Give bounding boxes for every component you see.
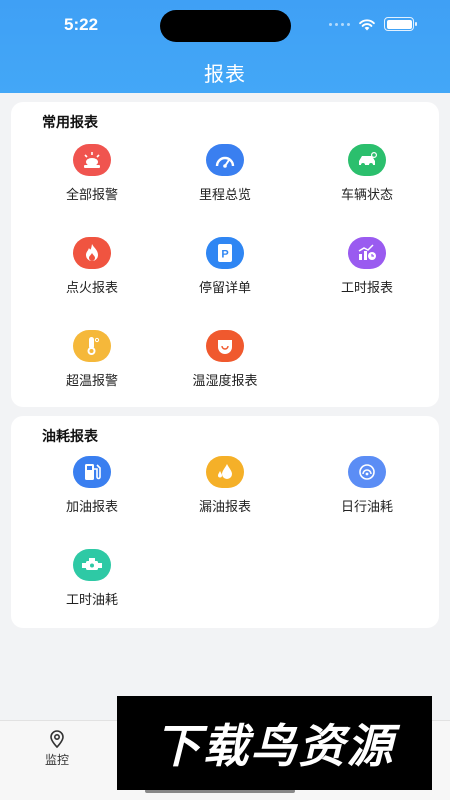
alarm-light-icon bbox=[73, 144, 111, 176]
page-title: 报表 bbox=[204, 64, 246, 86]
engine-icon bbox=[73, 549, 111, 581]
over-temperature-alarm-item[interactable]: 超温报警 bbox=[22, 330, 162, 389]
refuel-report-item[interactable]: 加油报表 bbox=[22, 456, 162, 515]
humidity-icon bbox=[206, 330, 244, 362]
item-label: 车辆状态 bbox=[340, 187, 393, 202]
item-label: 温湿度报表 bbox=[192, 373, 258, 388]
work-hours-report-item[interactable]: 工时报表 bbox=[297, 237, 437, 296]
speedometer-icon bbox=[206, 144, 244, 176]
status-icons bbox=[329, 17, 417, 31]
all-alarms-item[interactable]: 全部报警 bbox=[22, 144, 162, 203]
fuel-pump-icon bbox=[73, 456, 111, 488]
item-label: 工时报表 bbox=[340, 280, 393, 295]
daily-gauge-icon bbox=[348, 456, 386, 488]
item-label: 超温报警 bbox=[65, 373, 118, 388]
item-label: 里程总览 bbox=[198, 187, 251, 202]
section-title: 油耗报表 bbox=[42, 428, 98, 444]
fuel-reports-card: 油耗报表 加油报表 漏油报表 日行油耗 工时油耗 bbox=[11, 416, 439, 628]
work-hours-fuel-item[interactable]: 工时油耗 bbox=[22, 549, 162, 608]
temp-humidity-report-item[interactable]: 温湿度报表 bbox=[155, 330, 295, 389]
status-time: 5:22 bbox=[64, 15, 99, 34]
tab-label: 监控 bbox=[44, 753, 69, 767]
section-title: 常用报表 bbox=[42, 114, 98, 130]
common-reports-card: 常用报表 全部报警 里程总览 车辆状态 点火报表 P 停留详单 工时报表 超温报… bbox=[11, 102, 439, 407]
thermometer-icon bbox=[73, 330, 111, 362]
oil-drop-icon bbox=[206, 456, 244, 488]
daily-fuel-consumption-item[interactable]: 日行油耗 bbox=[297, 456, 437, 515]
oil-leak-report-item[interactable]: 漏油报表 bbox=[155, 456, 295, 515]
item-label: 停留详单 bbox=[198, 280, 251, 295]
item-label: 工时油耗 bbox=[65, 592, 118, 607]
car-status-icon bbox=[348, 144, 386, 176]
flame-icon bbox=[73, 237, 111, 269]
item-label: 全部报警 bbox=[65, 187, 118, 202]
stop-details-item[interactable]: P 停留详单 bbox=[155, 237, 295, 296]
mileage-overview-item[interactable]: 里程总览 bbox=[155, 144, 295, 203]
dynamic-island bbox=[160, 10, 291, 42]
item-label: 加油报表 bbox=[65, 499, 118, 514]
watermark-text: 下载鸟资源 bbox=[154, 719, 395, 773]
location-pin-icon bbox=[50, 730, 64, 749]
ignition-report-item[interactable]: 点火报表 bbox=[22, 237, 162, 296]
wifi-icon bbox=[359, 18, 375, 30]
item-label: 日行油耗 bbox=[340, 499, 393, 514]
parking-icon: P bbox=[206, 237, 244, 269]
cellular-signal-icon bbox=[329, 22, 350, 26]
tab-monitor[interactable]: 监控 bbox=[36, 729, 78, 768]
watermark-banner: 下载鸟资源 bbox=[117, 696, 432, 790]
header-bar: 5:22 报表 bbox=[0, 0, 450, 93]
item-label: 漏油报表 bbox=[198, 499, 251, 514]
chart-clock-icon bbox=[348, 237, 386, 269]
vehicle-status-item[interactable]: 车辆状态 bbox=[297, 144, 437, 203]
battery-icon bbox=[384, 17, 417, 31]
svg-text:P: P bbox=[221, 249, 228, 261]
item-label: 点火报表 bbox=[65, 280, 118, 295]
